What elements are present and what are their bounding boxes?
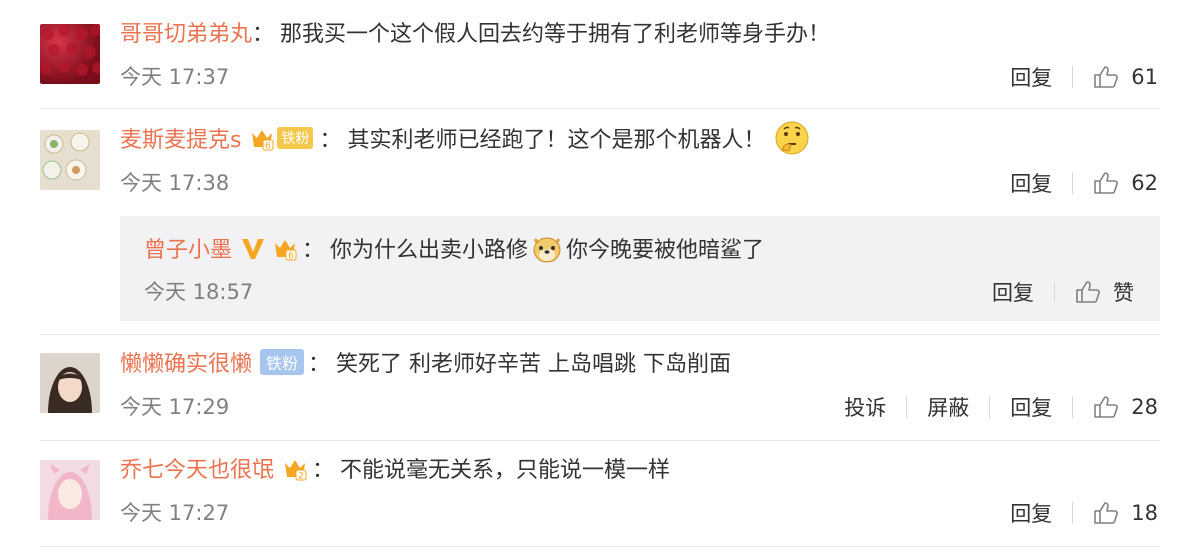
separator <box>906 396 908 418</box>
username-link[interactable]: 懒懒确实很懒 <box>120 346 252 378</box>
separator <box>989 396 991 418</box>
thumbs-up-icon <box>1094 502 1119 524</box>
svg-text:6: 6 <box>288 252 294 262</box>
user-avatar[interactable] <box>40 460 100 520</box>
comment-actions: 回复 61 <box>1010 62 1158 92</box>
username-link[interactable]: 哥哥切弟弟丸 <box>120 16 252 48</box>
colon: ： <box>308 352 331 377</box>
separator <box>1054 281 1055 303</box>
svg-text:2: 2 <box>298 472 304 482</box>
colon: ： <box>319 128 342 153</box>
divider <box>40 440 1160 441</box>
comment-time: 今天 17:27 <box>120 501 230 525</box>
reply-button[interactable]: 回复 <box>1010 498 1052 528</box>
reply-actions: 回复 赞 <box>992 277 1134 307</box>
separator <box>1072 172 1074 194</box>
reply-text-after: 你今晚要被他暗鲨了 <box>566 238 765 263</box>
divider <box>40 334 1160 335</box>
red-texture-avatar-icon <box>40 24 100 76</box>
comment-text: 不能说毫无关系，只能说一模一样 <box>340 458 671 483</box>
like-button[interactable]: 28 <box>1093 395 1158 419</box>
thinking-face-emoji <box>774 120 810 156</box>
like-count: 62 <box>1131 171 1158 195</box>
report-button[interactable]: 投诉 <box>844 392 886 422</box>
doge-emoji <box>530 231 564 265</box>
user-avatar[interactable] <box>40 353 100 413</box>
username-link[interactable]: 麦斯麦提克s <box>120 122 241 154</box>
iron-fan-badge: 铁粉 <box>260 349 305 375</box>
reply-time: 今天 18:57 <box>144 280 254 304</box>
thumbs-up-icon <box>1094 172 1119 194</box>
svg-text:6: 6 <box>266 142 272 152</box>
comment-text: 其实利老师已经跑了！这个是那个机器人！ <box>347 128 766 153</box>
divider <box>40 546 1160 547</box>
colon: ： <box>312 458 335 483</box>
girl-photo-avatar-icon <box>40 353 100 413</box>
fan-crown-icon: 6 <box>249 125 275 151</box>
food-photo-avatar-icon <box>40 130 100 190</box>
like-count: 28 <box>1131 395 1158 419</box>
reply-button[interactable]: 回复 <box>992 277 1034 307</box>
like-count: 61 <box>1131 65 1158 89</box>
comment-actions: 回复 62 <box>1010 168 1158 198</box>
fan-crown-icon: 2 <box>282 455 308 481</box>
like-button[interactable]: 赞 <box>1075 277 1134 307</box>
comment-time: 今天 17:29 <box>120 395 230 419</box>
separator <box>1072 396 1074 418</box>
user-avatar[interactable] <box>40 130 100 190</box>
sub-reply-box: 曾子小墨 6 ： 你为什么出卖小路修 你今晚要被他暗鲨了 今天 18:57 回复… <box>120 216 1160 321</box>
divider <box>40 108 1160 109</box>
comment-actions: 回复 18 <box>1010 498 1158 528</box>
reply-text-before: 你为什么出卖小路修 <box>330 238 529 263</box>
thumbs-up-icon <box>1076 281 1100 303</box>
like-button[interactable]: 18 <box>1093 501 1158 525</box>
colon: ： <box>252 22 275 47</box>
comment-line: 哥哥切弟弟丸 ： 那我买一个这个假人回去约等于拥有了利老师等身手办！ <box>120 16 830 48</box>
comment-line: 麦斯麦提克s 6 铁粉 ： 其实利老师已经跑了！这个是那个机器人！ <box>120 120 810 156</box>
comment-line: 乔七今天也很氓 2 ： 不能说毫无关系，只能说一模一样 <box>120 452 670 484</box>
block-button[interactable]: 屏蔽 <box>927 392 969 422</box>
reply-button[interactable]: 回复 <box>1010 168 1052 198</box>
separator <box>1072 502 1074 524</box>
like-button[interactable]: 62 <box>1093 171 1158 195</box>
fan-crown-icon: 6 <box>272 235 298 261</box>
iron-fan-badge: 铁粉 <box>277 127 314 149</box>
comment-text: 笑死了 利老师好辛苦 上岛唱跳 下岛削面 <box>336 352 732 377</box>
user-avatar[interactable] <box>40 24 100 84</box>
username-link[interactable]: 乔七今天也很氓 <box>120 452 274 484</box>
like-count: 18 <box>1131 501 1158 525</box>
comment-time: 今天 17:38 <box>120 171 230 195</box>
comment-time: 今天 17:37 <box>120 65 230 89</box>
thumbs-up-icon <box>1094 396 1119 418</box>
colon: ： <box>302 238 325 263</box>
like-button[interactable]: 61 <box>1093 65 1158 89</box>
thumbs-up-icon <box>1094 66 1119 88</box>
reply-button[interactable]: 回复 <box>1010 62 1052 92</box>
comment-text: 那我买一个这个假人回去约等于拥有了利老师等身手办！ <box>280 22 831 47</box>
separator <box>1072 66 1074 88</box>
reply-button[interactable]: 回复 <box>1010 392 1052 422</box>
username-link[interactable]: 曾子小墨 <box>144 232 232 264</box>
reply-line: 曾子小墨 6 ： 你为什么出卖小路修 你今晚要被他暗鲨了 <box>144 232 764 264</box>
anime-girl-avatar-icon <box>40 460 100 520</box>
comment-line: 懒懒确实很懒 铁粉 ： 笑死了 利老师好辛苦 上岛唱跳 下岛削面 <box>120 346 731 378</box>
comment-actions: 投诉 屏蔽 回复 28 <box>844 392 1158 422</box>
verified-v-icon <box>240 235 266 261</box>
like-label: 赞 <box>1113 281 1134 305</box>
